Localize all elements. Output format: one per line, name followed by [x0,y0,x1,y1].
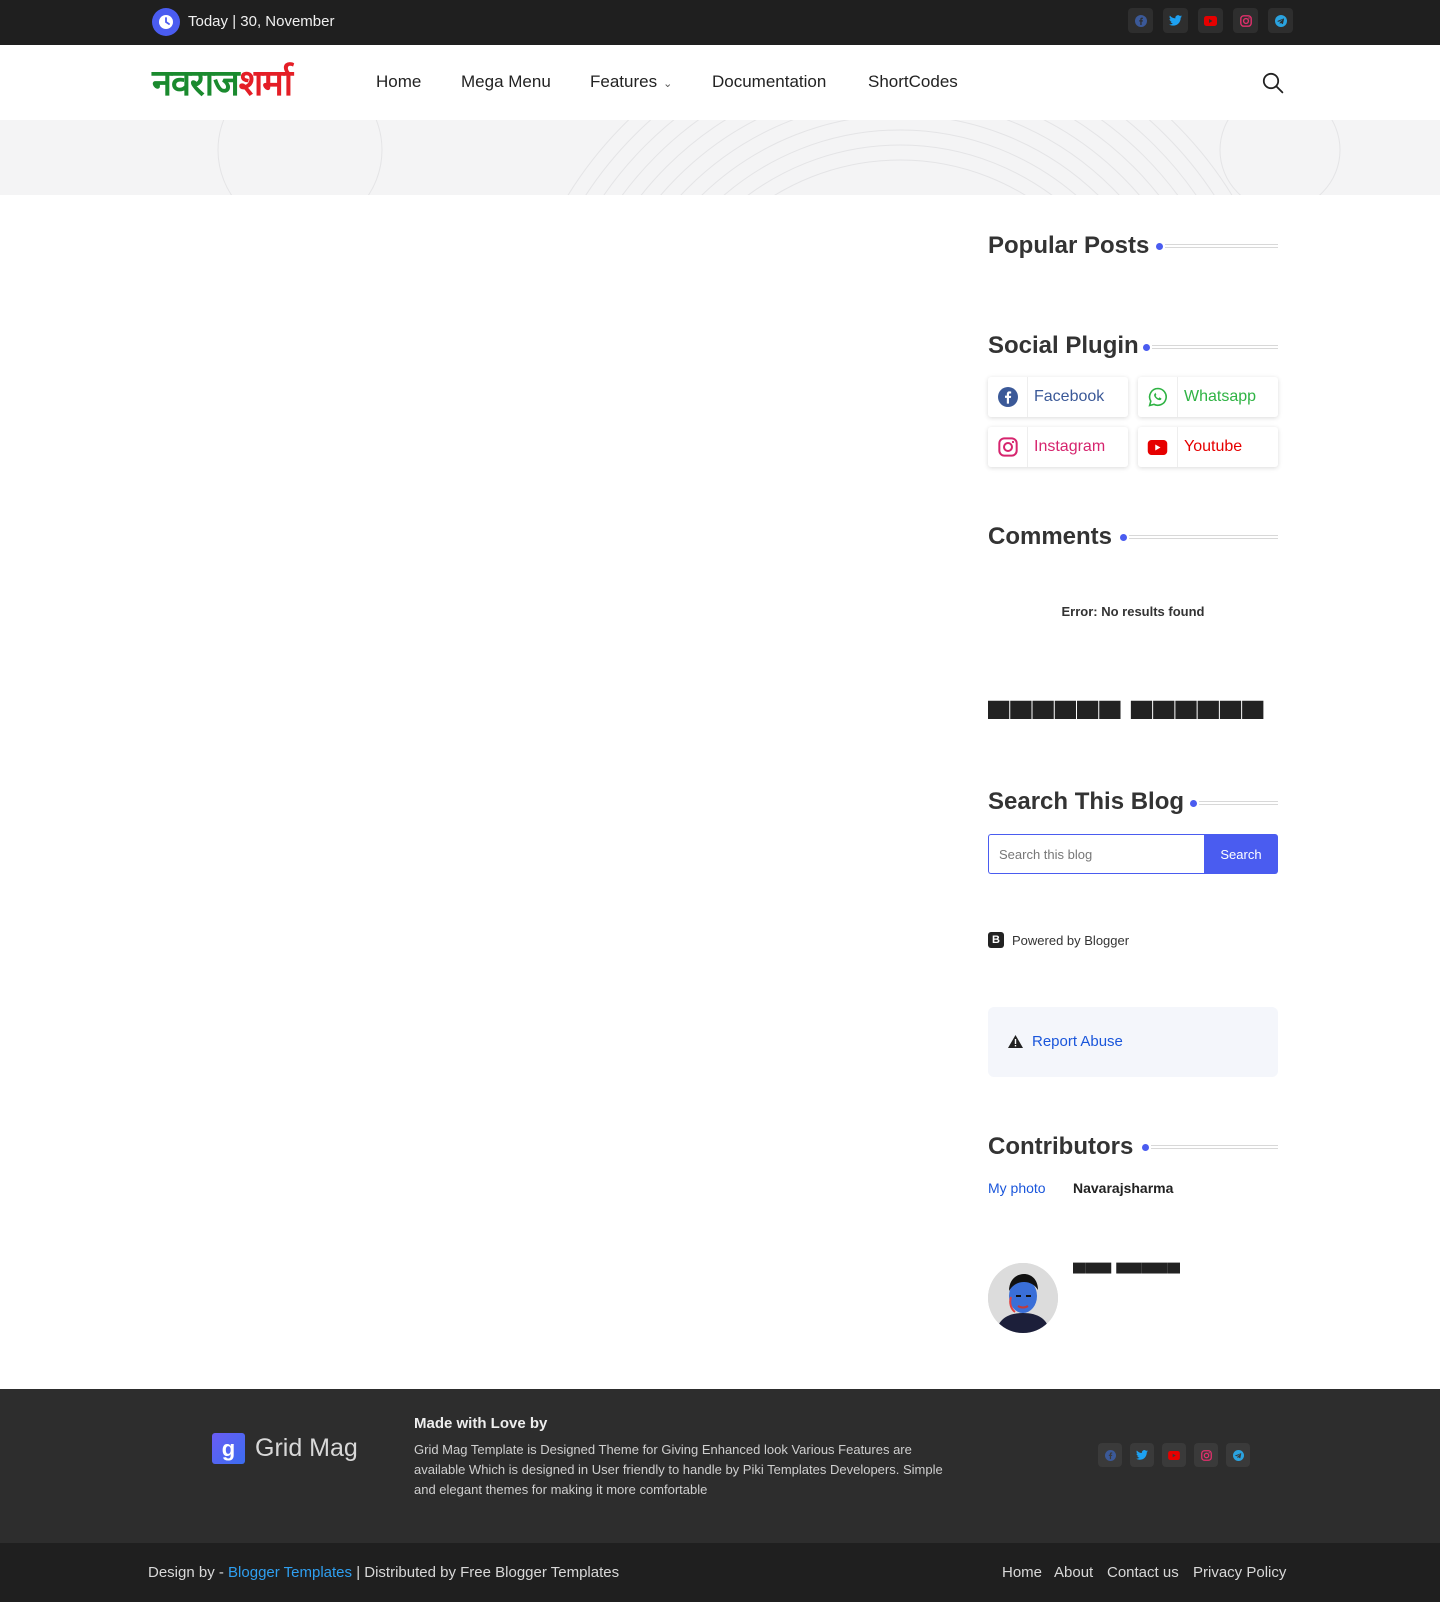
facebook-icon[interactable] [1128,8,1153,33]
search-icon[interactable] [1262,72,1284,99]
instagram-icon [988,427,1028,467]
nav-home[interactable]: Home [376,72,421,92]
instagram-icon[interactable] [1194,1443,1218,1467]
footer-link-home[interactable]: Home [1002,1564,1042,1581]
nav-features-label: Features [590,72,658,91]
social-youtube-button[interactable]: Youtube [1138,427,1278,467]
youtube-icon[interactable] [1198,8,1223,33]
title-dot [1142,1144,1149,1151]
report-abuse-box: Report Abuse [988,1007,1278,1077]
contributors-title: Contributors [988,1133,1134,1160]
contributor-name[interactable]: Navarajsharma [1073,1180,1173,1196]
avatar[interactable] [988,1263,1058,1333]
copyright-text: Design by - Blogger Templates | Distribu… [148,1564,619,1581]
footer-made-with: Made with Love by [414,1415,548,1432]
title-dot [1120,534,1127,541]
youtube-icon[interactable] [1162,1443,1186,1467]
social-whatsapp-label: Whatsapp [1184,388,1257,405]
report-abuse-link[interactable]: Report Abuse [1032,1033,1123,1050]
powered-by-label: Powered by Blogger [1012,932,1130,948]
site-logo[interactable]: नवराजशर्मा [152,57,293,106]
twitter-icon[interactable] [1163,8,1188,33]
copyright-prefix: Design by - [148,1564,224,1581]
grid-mag-logo-icon: g [212,1433,245,1464]
site-footer: g Grid Mag Made with Love by Grid Mag Te… [0,1389,1440,1543]
footer-link-contact[interactable]: Contact us [1107,1564,1179,1581]
instagram-icon[interactable] [1233,8,1258,33]
footer-link-about[interactable]: About [1054,1564,1093,1581]
hero-pattern [217,120,1341,195]
title-divider [1199,801,1278,805]
popular-posts-title: Popular Posts [988,232,1150,259]
comments-title: Comments [988,523,1113,550]
title-divider [1165,244,1278,248]
footer-logo-text: Grid Mag [255,1434,358,1462]
unrendered-widget-title: ▀▀▀▀▀▀ ▀▀▀▀▀▀ [988,702,1265,735]
title-dot [1143,344,1150,351]
title-dot [1190,800,1197,807]
contributor-photo-broken[interactable]: My photo [988,1179,1048,1198]
social-facebook-label: Facebook [1034,388,1105,405]
facebook-icon [988,377,1028,417]
date-text: Today | 30, November [188,13,335,30]
site-header: नवराजशर्मा Home Mega Menu Features ⌄ Docu… [0,45,1440,120]
whatsapp-icon [1138,377,1178,417]
social-whatsapp-button[interactable]: Whatsapp [1138,377,1278,417]
telegram-icon[interactable] [1268,8,1293,33]
blogger-icon: B [988,932,1004,948]
nav-mega-menu[interactable]: Mega Menu [461,72,551,92]
warning-icon [1008,1035,1023,1053]
search-button[interactable]: Search [1204,834,1278,874]
youtube-icon [1138,427,1178,467]
logo-text-part2: शर्मा [238,62,293,104]
blogger-templates-link[interactable]: Blogger Templates [228,1564,352,1581]
search-form: Search [988,834,1278,874]
footer-bottom-bar: Design by - Blogger Templates | Distribu… [0,1543,1440,1602]
nav-shortcodes[interactable]: ShortCodes [868,72,958,92]
title-divider [1129,535,1278,539]
search-input[interactable] [988,834,1206,874]
copyright-suffix: | Distributed by Free Blogger Templates [356,1564,620,1581]
title-divider [1152,345,1278,349]
clock-icon [152,8,180,36]
footer-logo[interactable]: g Grid Mag [212,1433,358,1464]
search-blog-title: Search This Blog [988,788,1185,815]
powered-by[interactable]: B Powered by Blogger [988,932,1129,948]
title-divider [1151,1145,1278,1149]
comments-error: Error: No results found [1061,604,1205,619]
footer-link-privacy[interactable]: Privacy Policy [1193,1564,1286,1581]
contributor-name[interactable]: ▀▀▀ ▀▀▀▀▀ [1073,1263,1180,1284]
nav-documentation[interactable]: Documentation [712,72,826,92]
facebook-icon[interactable] [1098,1443,1122,1467]
nav-features[interactable]: Features ⌄ [590,72,672,92]
footer-description: Grid Mag Template is Designed Theme for … [414,1442,943,1497]
hero-banner [0,120,1440,195]
title-dot [1156,243,1163,250]
social-instagram-label: Instagram [1034,438,1106,455]
logo-text-part1: नवराज [152,62,240,104]
top-bar: Today | 30, November [0,0,1440,45]
social-instagram-button[interactable]: Instagram [988,427,1128,467]
chevron-down-icon: ⌄ [663,78,673,90]
social-facebook-button[interactable]: Facebook [988,377,1128,417]
telegram-icon[interactable] [1226,1443,1250,1467]
twitter-icon[interactable] [1130,1443,1154,1467]
social-plugin-title: Social Plugin [988,332,1139,359]
social-youtube-label: Youtube [1184,438,1243,455]
